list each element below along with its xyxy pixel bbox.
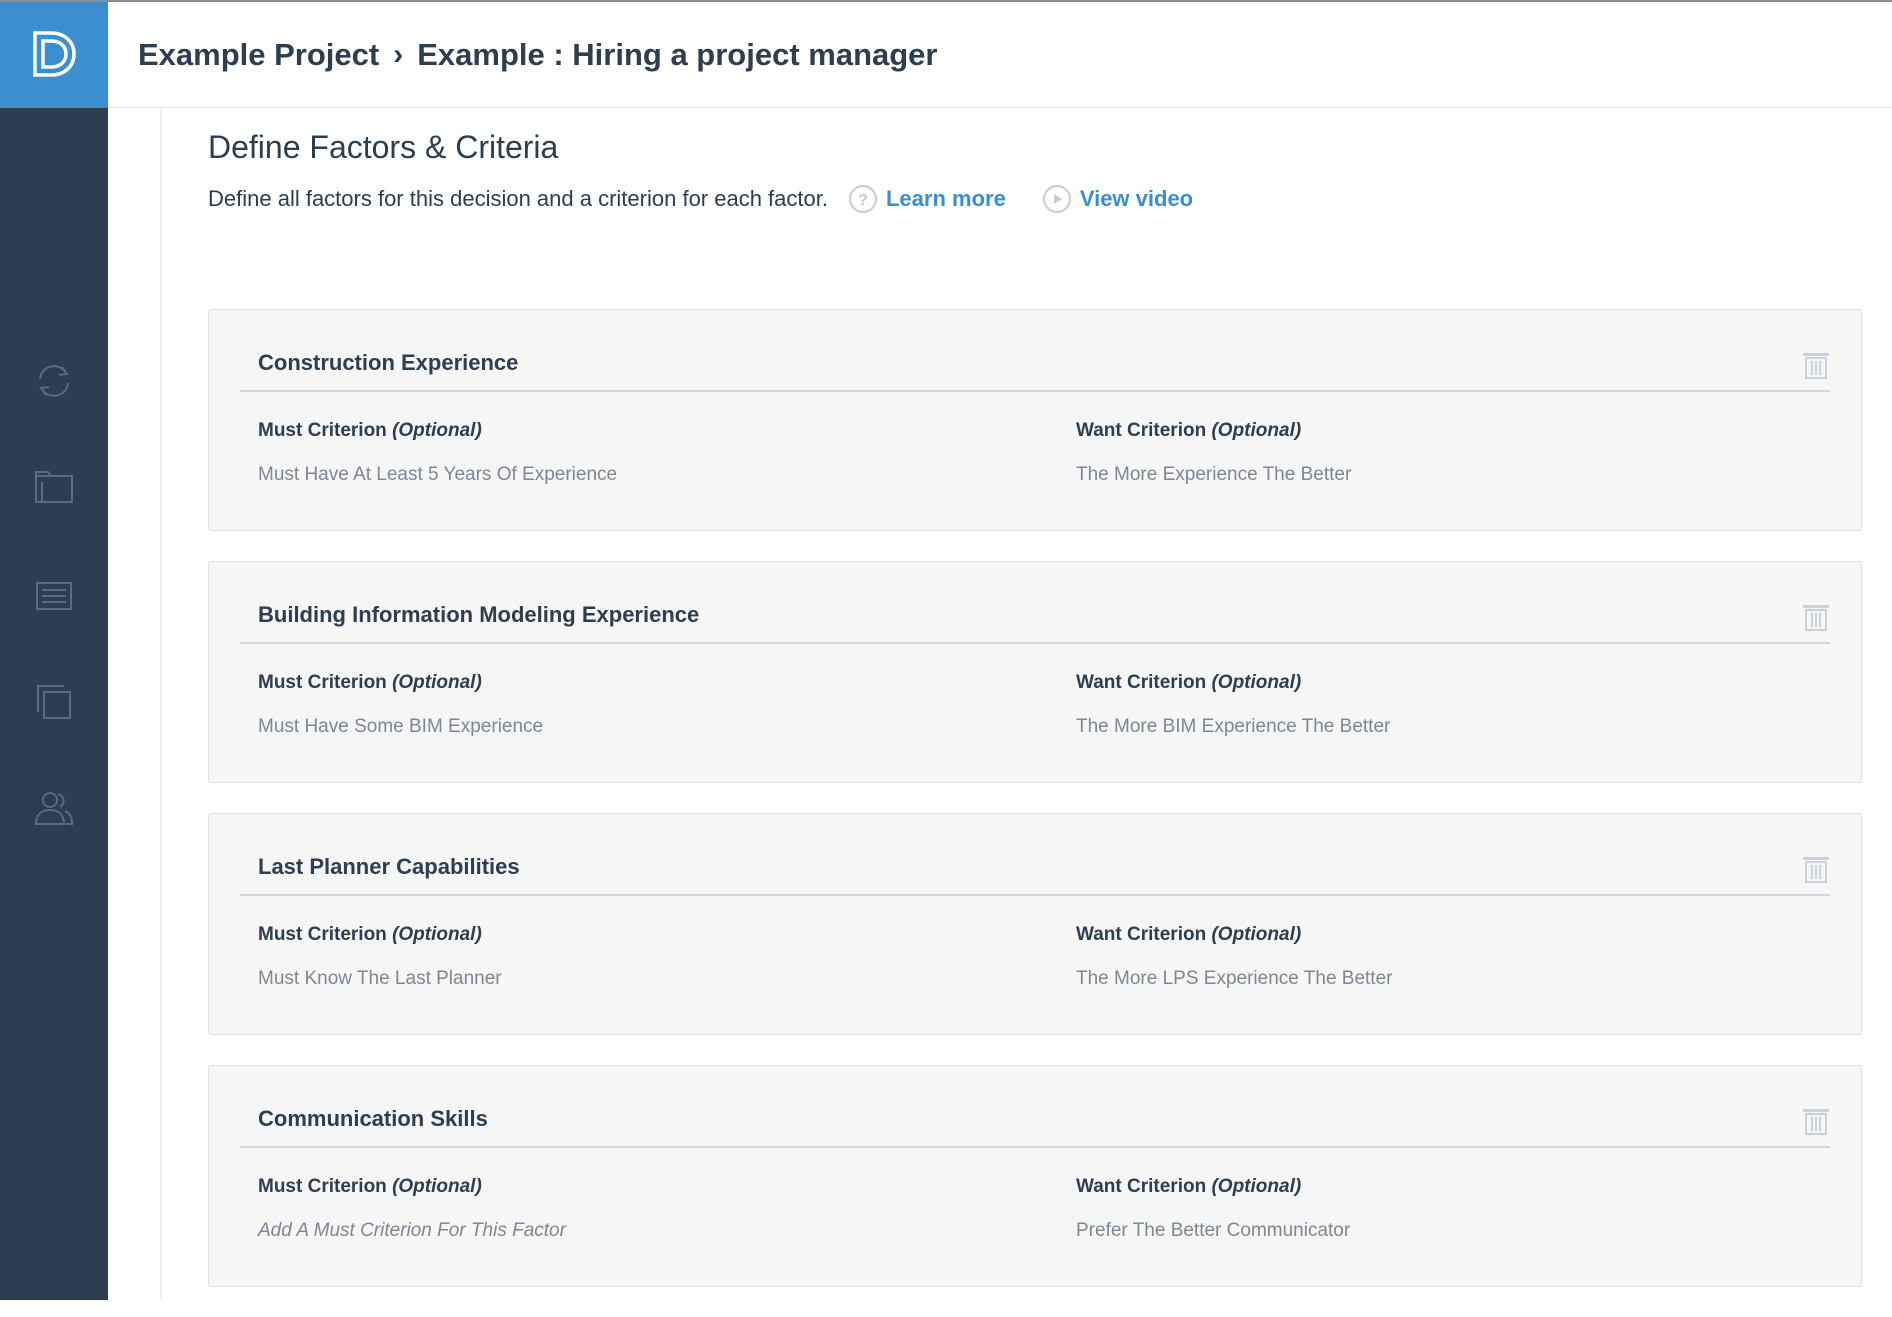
must-criterion: Must Criterion (Optional) Add A Must Cri… xyxy=(258,1176,566,1242)
breadcrumb: Example Project › Example : Hiring a pro… xyxy=(108,2,1892,108)
trash-icon[interactable] xyxy=(1801,350,1831,380)
want-criterion-label: Want Criterion (Optional) xyxy=(1076,1176,1302,1197)
factor-card: Communication Skills Must Criterion (Opt… xyxy=(208,1065,1862,1287)
want-criterion-label: Want Criterion (Optional) xyxy=(1076,924,1302,945)
want-criterion-label: Want Criterion (Optional) xyxy=(1076,672,1302,693)
sync-icon xyxy=(39,365,69,397)
sidebar xyxy=(0,0,108,1300)
want-criterion-value[interactable]: The More LPS Experience The Better xyxy=(1076,968,1392,990)
copy-icon xyxy=(37,685,71,719)
nav-list[interactable] xyxy=(0,566,108,626)
logo[interactable] xyxy=(0,0,108,108)
must-criterion-label: Must Criterion (Optional) xyxy=(258,924,482,945)
learn-more-link[interactable]: ? Learn more xyxy=(848,184,1006,214)
want-criterion: Want Criterion (Optional) The More Exper… xyxy=(1076,420,1351,486)
nav-users[interactable] xyxy=(0,778,108,838)
want-criterion-value[interactable]: Prefer The Better Communicator xyxy=(1076,1220,1350,1242)
factor-title[interactable]: Construction Experience xyxy=(258,350,518,376)
must-criterion-value[interactable]: Must Have Some BIM Experience xyxy=(258,716,543,738)
must-criterion: Must Criterion (Optional) Must Know The … xyxy=(258,924,502,990)
factor-title[interactable]: Communication Skills xyxy=(258,1106,488,1132)
want-criterion-value[interactable]: The More Experience The Better xyxy=(1076,464,1351,486)
users-icon xyxy=(34,792,74,825)
must-criterion: Must Criterion (Optional) Must Have At L… xyxy=(258,420,617,486)
factor-list: Construction Experience Must Criterion (… xyxy=(208,309,1862,1287)
trash-icon[interactable] xyxy=(1801,602,1831,632)
page-description-row: Define all factors for this decision and… xyxy=(208,184,1862,214)
factor-title[interactable]: Building Information Modeling Experience xyxy=(258,602,699,628)
factor-divider xyxy=(240,894,1830,896)
question-circle-icon: ? xyxy=(848,185,877,213)
factor-divider xyxy=(240,1146,1830,1148)
factor-card: Last Planner Capabilities Must Criterion… xyxy=(208,813,1862,1035)
svg-text:?: ? xyxy=(858,192,868,209)
breadcrumb-project[interactable]: Example Project xyxy=(138,37,379,73)
main-content: Define Factors & Criteria Define all fac… xyxy=(208,108,1862,1317)
play-circle-icon xyxy=(1042,185,1071,213)
folder-icon xyxy=(35,471,73,503)
must-criterion-label: Must Criterion (Optional) xyxy=(258,420,482,441)
window-top-border xyxy=(0,0,1892,2)
must-criterion-input[interactable]: Add A Must Criterion For This Factor xyxy=(258,1220,566,1242)
want-criterion: Want Criterion (Optional) Prefer The Bet… xyxy=(1076,1176,1350,1242)
view-video-link[interactable]: View video xyxy=(1042,184,1193,214)
want-criterion: Want Criterion (Optional) The More LPS E… xyxy=(1076,924,1392,990)
must-criterion: Must Criterion (Optional) Must Have Some… xyxy=(258,672,543,738)
want-criterion: Want Criterion (Optional) The More BIM E… xyxy=(1076,672,1390,738)
trash-icon[interactable] xyxy=(1801,1106,1831,1136)
nav-copy[interactable] xyxy=(0,672,108,732)
want-criterion-label: Want Criterion (Optional) xyxy=(1076,420,1302,441)
factor-card: Building Information Modeling Experience… xyxy=(208,561,1862,783)
must-criterion-value[interactable]: Must Have At Least 5 Years Of Experience xyxy=(258,464,617,486)
factor-card: Construction Experience Must Criterion (… xyxy=(208,309,1862,531)
breadcrumb-decision: Example : Hiring a project manager xyxy=(417,36,938,72)
page-description: Define all factors for this decision and… xyxy=(208,186,828,211)
page-title: Define Factors & Criteria xyxy=(208,129,559,165)
factor-divider xyxy=(240,642,1830,644)
view-video-label: View video xyxy=(1079,186,1194,211)
factor-divider xyxy=(240,390,1830,392)
nav-folder[interactable] xyxy=(0,458,108,518)
logo-icon xyxy=(33,31,76,77)
want-criterion-value[interactable]: The More BIM Experience The Better xyxy=(1076,716,1390,738)
breadcrumb-separator: › xyxy=(393,37,404,71)
must-criterion-value[interactable]: Must Know The Last Planner xyxy=(258,968,502,990)
learn-more-label: Learn more xyxy=(885,186,1006,211)
factor-title[interactable]: Last Planner Capabilities xyxy=(258,854,520,880)
content-divider xyxy=(160,108,162,1300)
must-criterion-label: Must Criterion (Optional) xyxy=(258,672,482,693)
trash-icon[interactable] xyxy=(1801,854,1831,884)
list-icon xyxy=(36,582,72,610)
must-criterion-label: Must Criterion (Optional) xyxy=(258,1176,482,1197)
nav-sync[interactable] xyxy=(0,351,108,411)
